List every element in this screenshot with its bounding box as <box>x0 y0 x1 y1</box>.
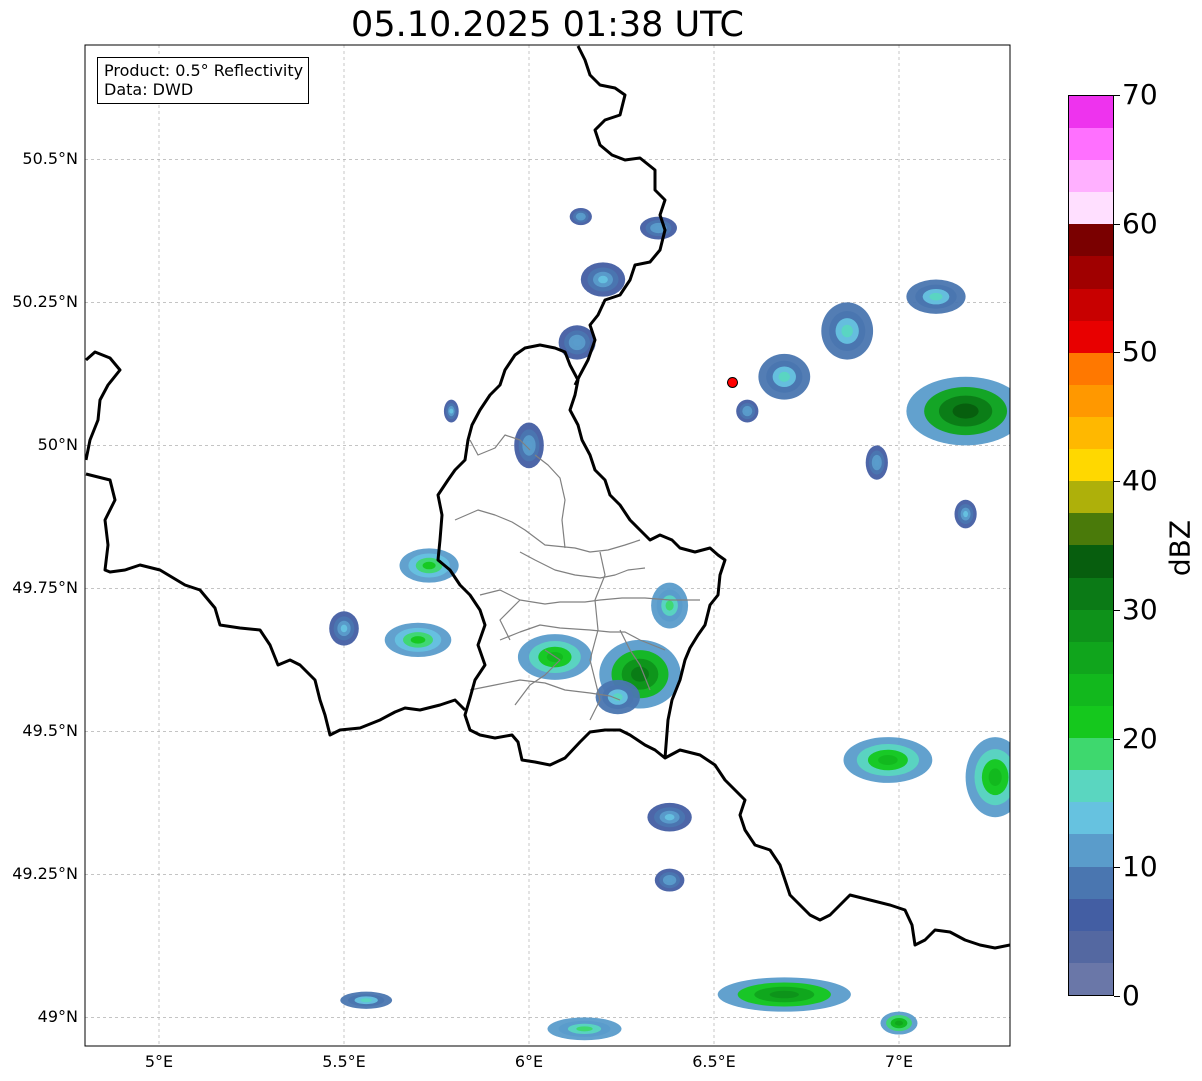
colorbar-step <box>1069 513 1113 546</box>
echo-cell <box>410 636 426 644</box>
info-box: Product: 0.5° Reflectivity Data: DWD <box>97 57 310 104</box>
colorbar-tick-label: 10 <box>1122 850 1158 884</box>
echo-cell <box>744 408 750 414</box>
colorbar-step <box>1069 96 1113 129</box>
colorbar-step <box>1069 224 1113 257</box>
colorbar-step <box>1069 417 1113 450</box>
colorbar-step <box>1069 770 1113 803</box>
colorbar-tick-mark <box>1114 738 1120 740</box>
colorbar <box>1068 95 1114 996</box>
colorbar-step <box>1069 706 1113 739</box>
colorbar-tick-mark <box>1114 867 1120 869</box>
lon-tick-label: 7°E <box>884 1052 914 1071</box>
colorbar-step <box>1069 673 1113 707</box>
colorbar-tick-label: 0 <box>1122 979 1140 1012</box>
echo-cell <box>422 561 436 570</box>
colorbar-tick-mark <box>1114 95 1120 96</box>
product-label: Product: 0.5° Reflectivity <box>104 61 304 80</box>
lat-tick-label: 50.5°N <box>22 149 78 169</box>
echo-cell <box>778 371 790 382</box>
lon-tick-label: 5°E <box>144 1052 174 1071</box>
echo-cell <box>573 338 582 347</box>
echo-cell <box>654 225 663 231</box>
lon-tick-label: 6.5°E <box>692 1052 736 1071</box>
colorbar-step <box>1069 256 1113 289</box>
colorbar-tick-label: 40 <box>1122 464 1158 498</box>
colorbar-step <box>1069 320 1113 353</box>
lat-tick-label: 50.25°N <box>12 292 78 312</box>
colorbar-tick-mark <box>1114 223 1120 225</box>
lat-tick-label: 49.25°N <box>12 864 78 884</box>
echo-cell <box>449 408 454 414</box>
echo-cell <box>874 458 880 467</box>
colorbar-step <box>1069 577 1113 610</box>
colorbar-step <box>1069 641 1113 674</box>
colorbar-step <box>1069 352 1113 385</box>
colorbar-step <box>1069 930 1113 963</box>
colorbar-step <box>1069 738 1113 771</box>
echo-cell <box>578 214 584 219</box>
colorbar-tick-label: 60 <box>1122 206 1158 240</box>
colorbar-tick-mark <box>1114 996 1120 997</box>
colorbar-step <box>1069 866 1113 899</box>
echo-cell <box>769 990 799 999</box>
colorbar-step <box>1069 192 1113 225</box>
echo-cell <box>963 510 969 518</box>
colorbar-tick-label: 50 <box>1122 335 1158 369</box>
echo-cell <box>664 814 675 821</box>
colorbar-step <box>1069 128 1113 161</box>
colorbar-step <box>1069 834 1113 867</box>
colorbar-step <box>1069 802 1113 835</box>
echo-cell <box>360 998 372 1003</box>
colorbar-step <box>1069 898 1113 931</box>
colorbar-step <box>1069 545 1113 578</box>
echo-cell <box>878 754 898 766</box>
radar-site-marker[interactable] <box>727 376 738 388</box>
colorbar-tick-label: 20 <box>1122 721 1158 755</box>
colorbar-tick-mark <box>1114 352 1120 354</box>
colorbar-tick-label: 30 <box>1122 592 1158 626</box>
colorbar-step <box>1069 609 1113 642</box>
colorbar-step <box>1069 449 1113 482</box>
echo-cell <box>841 324 853 338</box>
data-source-label: Data: DWD <box>104 80 194 99</box>
lat-tick-label: 50°N <box>37 435 78 455</box>
colorbar-step <box>1069 384 1113 418</box>
lon-tick-label: 6°E <box>514 1052 544 1071</box>
echo-cell <box>576 1026 593 1032</box>
lat-tick-label: 49°N <box>37 1007 78 1027</box>
echo-cell <box>952 403 979 419</box>
colorbar-step <box>1069 481 1113 514</box>
echo-cell <box>665 600 674 611</box>
echo-cell <box>340 624 348 633</box>
colorbar-step <box>1069 160 1113 193</box>
echo-cell <box>894 1020 904 1026</box>
lat-tick-label: 49.75°N <box>12 578 78 598</box>
colorbar-label: dBZ <box>1163 519 1197 577</box>
echo-cell <box>929 292 943 301</box>
colorbar-tick-label: 70 <box>1122 78 1158 111</box>
echo-cell <box>598 275 608 284</box>
echo-cell <box>666 877 673 883</box>
lat-tick-label: 49.5°N <box>22 721 78 741</box>
echo-cell <box>988 768 1002 786</box>
lon-tick-label: 5.5°E <box>322 1052 366 1071</box>
colorbar-tick-mark <box>1114 609 1120 611</box>
colorbar-tick-mark <box>1114 481 1120 483</box>
radar-map <box>84 44 1011 1047</box>
colorbar-step <box>1069 962 1113 995</box>
colorbar-step <box>1069 288 1113 321</box>
